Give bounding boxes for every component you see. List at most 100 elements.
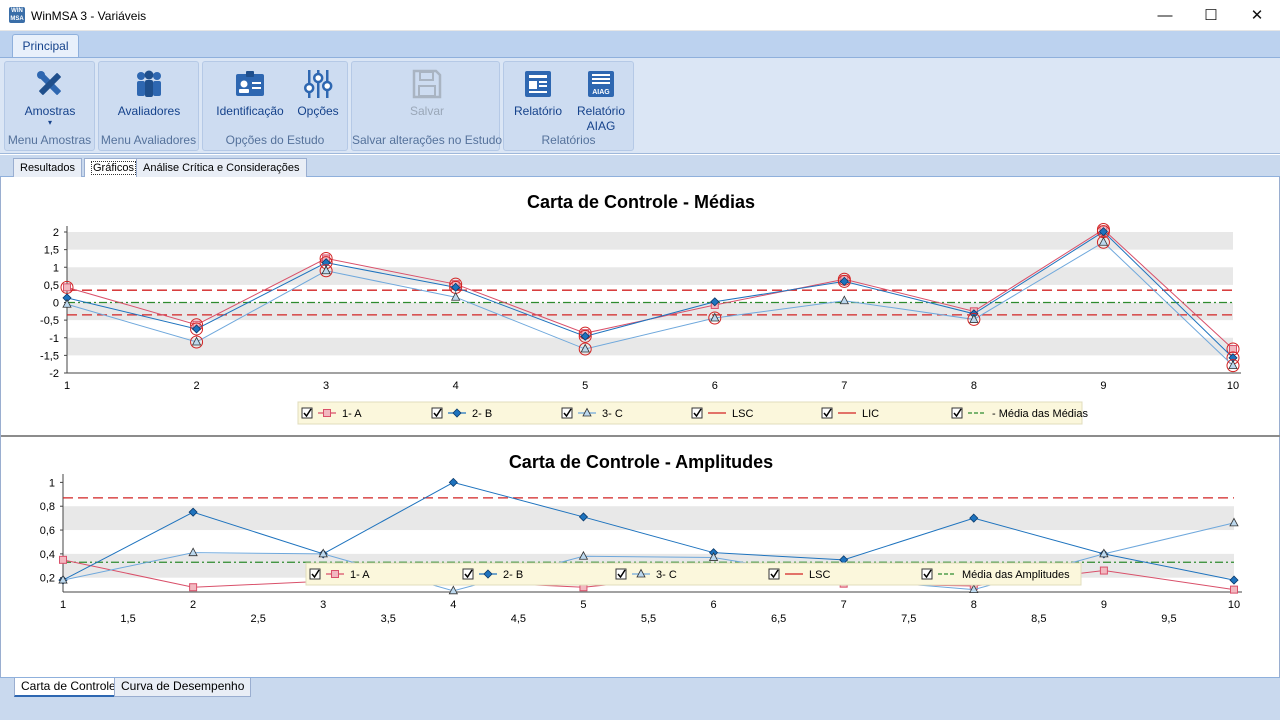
x-tick-label: 2,5 <box>251 613 266 625</box>
legend-label: 1- A <box>342 408 362 420</box>
x-tick-label: 2 <box>190 599 196 611</box>
grid-band <box>67 267 1233 285</box>
amostras-label: Amostras <box>24 104 76 118</box>
avaliadores-label: Avaliadores <box>117 104 181 118</box>
legend-label: LIC <box>862 408 879 420</box>
chart-medias: Carta de Controle - Médias 2 1,5 1 0,5 0 -0,5 -… <box>40 192 1241 425</box>
tab-carta-de-controle[interactable]: Carta de Controle <box>14 678 123 697</box>
id-card-icon <box>236 71 264 96</box>
x-tick-label: 3 <box>323 380 329 392</box>
identificacao-label: Identificação <box>216 104 284 118</box>
data-point-3 <box>839 295 849 305</box>
tab-graficos-label: Gráficos <box>91 161 136 175</box>
report-icon <box>525 71 551 97</box>
data-point-1 <box>59 555 67 564</box>
view-tab-strip: Resultados Gráficos Análise Crítica e Co… <box>0 155 1280 178</box>
x-tick-label: 9,5 <box>1161 613 1176 625</box>
legend-marker <box>331 570 339 578</box>
data-point-1 <box>1230 585 1238 594</box>
x-tick-label: 4,5 <box>511 613 526 625</box>
group-relatorios: Relatório AIAG Relatório AIAG Relatórios <box>503 61 634 151</box>
salvar-label: Salvar <box>409 104 444 118</box>
legend-marker <box>323 409 331 417</box>
x-tick-label: 1 <box>60 599 66 611</box>
group-salvar: Salvar Salvar alterações no Estudo <box>351 61 502 151</box>
people-icon <box>137 70 161 97</box>
x-tick-label: 7,5 <box>901 613 916 625</box>
group-menu-amostras: Amostras ▾ Menu Amostras <box>4 61 95 151</box>
group-label: Opções do Estudo <box>225 133 325 147</box>
x-tick-label: 9 <box>1101 599 1107 611</box>
ribbon-tab-principal[interactable]: Principal <box>12 34 79 59</box>
tab-curva-de-desempenho[interactable]: Curva de Desempenho <box>114 678 252 697</box>
y-tick-label: 1,5 <box>44 245 59 257</box>
relatorio-label: Relatório <box>513 104 563 118</box>
group-opcoes-estudo: Identificação Opções Opções do Estudo <box>202 61 348 151</box>
chart-title: Carta de Controle - Médias <box>527 192 755 212</box>
x-tick-label: 1 <box>64 380 70 392</box>
tab-analise-critica[interactable]: Análise Crítica e Considerações <box>136 158 307 177</box>
x-tick-label: 3,5 <box>381 613 396 625</box>
y-tick-label: -0,5 <box>40 315 59 327</box>
data-point-1 <box>189 583 198 592</box>
legend-label: LSC <box>732 408 753 420</box>
window-titlebar: WIN MSA WinMSA 3 - Variáveis — ☐ ✕ <box>0 0 1280 31</box>
x-tick-label: 10 <box>1227 380 1239 392</box>
y-tick-label: -2 <box>49 368 59 380</box>
legend-label: 3- C <box>602 408 623 420</box>
legend-box <box>297 401 1083 425</box>
x-tick-label: 2 <box>193 380 199 392</box>
opcoes-label: Opções <box>297 104 339 118</box>
avaliadores-button[interactable]: Avaliadores <box>109 68 189 119</box>
close-button[interactable]: ✕ <box>1234 0 1280 31</box>
y-tick-label: 1 <box>49 477 55 489</box>
relatorio-aiag-button[interactable]: AIAG Relatório AIAG <box>570 68 632 134</box>
x-tick-label: 9 <box>1100 380 1106 392</box>
y-tick-label: -1 <box>49 333 59 345</box>
report-aiag-icon: AIAG <box>588 71 614 97</box>
chart-amplitudes: Carta de Controle - Amplitudes 1 0,8 0,6 0,4… <box>40 452 1242 625</box>
opcoes-button[interactable]: Opções <box>293 68 343 119</box>
tools-icon <box>37 71 61 95</box>
group-label: Menu Amostras <box>7 133 92 147</box>
x-tick-label: 4 <box>450 599 456 611</box>
y-tick-label: 2 <box>53 227 59 239</box>
x-tick-label: 7 <box>841 380 847 392</box>
minimize-button[interactable]: — <box>1142 0 1188 31</box>
y-tick-label: 0 <box>53 298 59 310</box>
x-tick-label: 5,5 <box>641 613 656 625</box>
aiag-logo-text: AIAG <box>592 89 610 96</box>
y-tick-label: 0,4 <box>40 549 55 561</box>
bottom-tab-strip: Carta de Controle Curva de Desempenho <box>0 677 1280 720</box>
identificacao-button[interactable]: Identificação <box>211 68 289 119</box>
legend-label: - Média das Médias <box>992 408 1088 420</box>
x-tick-label: 8 <box>971 380 977 392</box>
relatorio-aiag-label2: AIAG <box>586 119 616 133</box>
y-tick-label: 0,2 <box>40 573 55 585</box>
amostras-button[interactable]: Amostras ▾ <box>15 68 85 127</box>
data-point-1 <box>63 283 71 292</box>
tab-graficos[interactable]: Gráficos <box>84 158 143 178</box>
ribbon: Amostras ▾ Menu Amostras Avaliadores Men… <box>0 57 1280 154</box>
legend-label: 3- C <box>656 569 677 581</box>
data-point-3 <box>188 547 198 557</box>
y-tick-label: 0,6 <box>40 525 55 537</box>
tab-resultados[interactable]: Resultados <box>13 158 83 177</box>
y-tick-label: 0,5 <box>44 280 59 292</box>
x-tick-label: 3 <box>320 599 326 611</box>
dropdown-arrow-icon: ▾ <box>47 118 52 127</box>
x-tick-label: 8,5 <box>1031 613 1046 625</box>
data-point-1 <box>1099 566 1108 575</box>
x-tick-label: 6 <box>712 380 718 392</box>
maximize-button[interactable]: ☐ <box>1188 0 1234 31</box>
y-tick-label: -1,5 <box>40 350 59 362</box>
save-icon <box>412 69 442 99</box>
x-tick-label: 1,5 <box>120 613 135 625</box>
relatorio-button[interactable]: Relatório <box>510 68 566 119</box>
x-tick-label: 10 <box>1228 599 1240 611</box>
window-title: WinMSA 3 - Variáveis <box>31 9 147 23</box>
chart-area: Carta de Controle - Médias 2 1,5 1 0,5 0 -0,5 -… <box>0 177 1280 677</box>
salvar-button[interactable]: Salvar <box>397 68 457 119</box>
grid-band <box>67 337 1233 356</box>
legend-label: 2- B <box>503 569 523 581</box>
